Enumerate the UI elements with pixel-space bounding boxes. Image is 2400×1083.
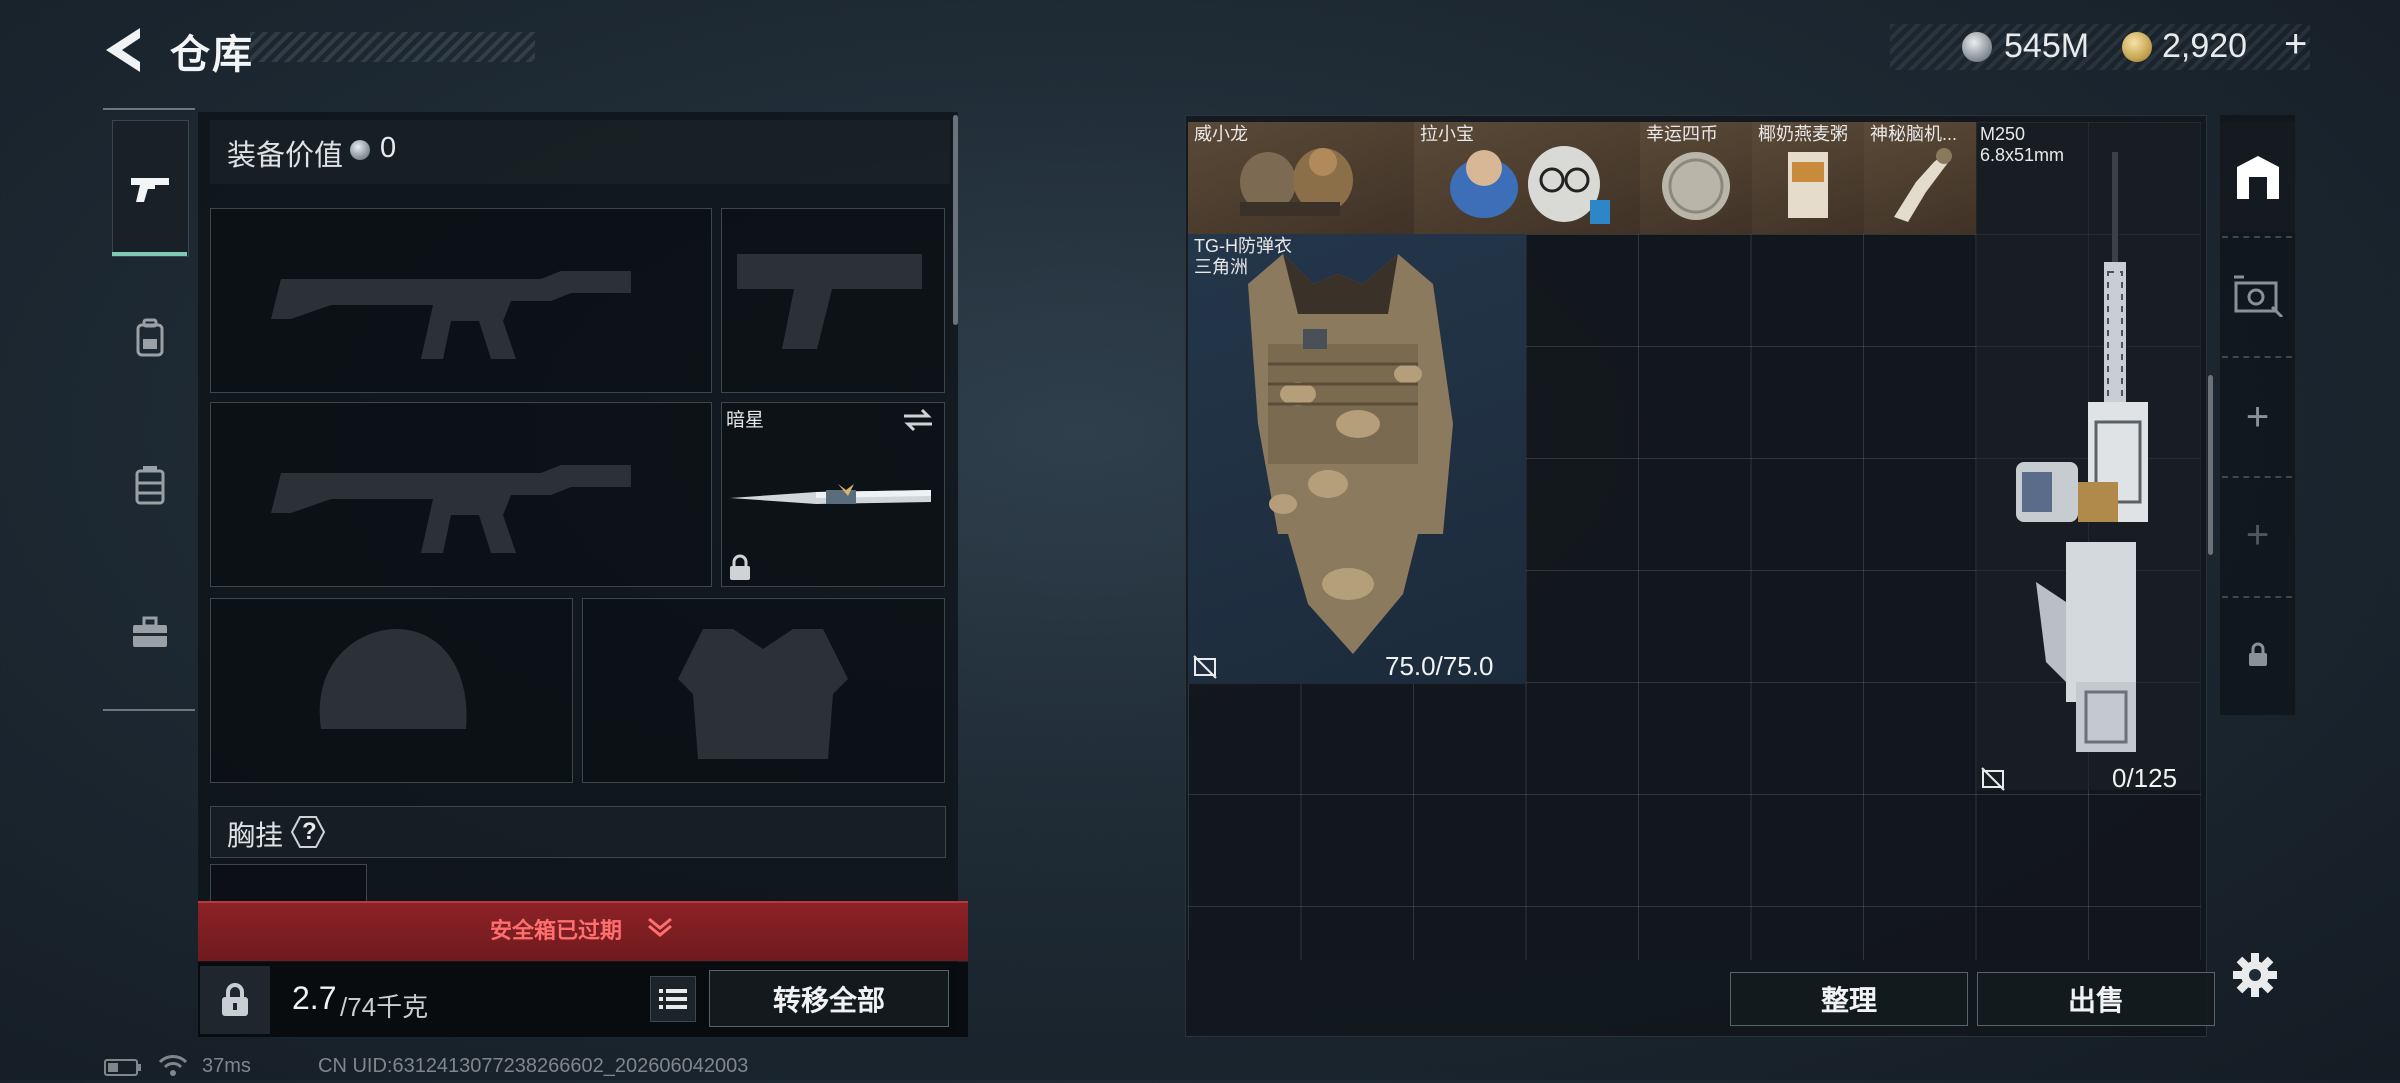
armor-slot[interactable]	[582, 598, 945, 783]
rifle-silhouette-icon	[271, 465, 631, 553]
stash-item-laxiaobao[interactable]: 拉小宝	[1414, 122, 1641, 234]
primary-weapon-slot-2[interactable]	[210, 402, 712, 587]
stash-item-weixiaolong[interactable]: 威小龙	[1188, 122, 1415, 234]
silver-coin-icon	[1962, 32, 1992, 62]
loadout-scrollbar[interactable]	[953, 115, 958, 325]
storage-tab-collection[interactable]	[2220, 240, 2295, 350]
no-drop-icon	[1192, 654, 1218, 680]
rail-divider	[103, 108, 195, 110]
no-drop-icon	[1980, 766, 2006, 792]
wifi-icon	[158, 1054, 188, 1078]
lock-icon	[727, 554, 753, 582]
silver-coin-icon	[350, 140, 370, 160]
pistol-icon	[130, 177, 169, 202]
knife-image	[726, 476, 936, 516]
storage-tab-add[interactable]: +	[2220, 480, 2295, 590]
add-currency-button[interactable]: +	[2284, 22, 2307, 67]
storage-tab-locked[interactable]	[2220, 600, 2295, 710]
rail-separator	[2222, 476, 2292, 478]
food-pack-image	[1788, 152, 1828, 218]
coin-image	[1662, 152, 1730, 220]
pistol-silhouette-icon	[737, 254, 922, 349]
weight-max: /74千克	[340, 992, 429, 1022]
equip-value-amount: 0	[380, 132, 397, 164]
tab-toolbox[interactable]	[112, 565, 187, 700]
uid-text: CN UID:6312413077238266602_202606042003	[318, 1055, 749, 1077]
figurine-image	[1240, 148, 1353, 216]
toolbox-icon	[132, 616, 167, 647]
sort-button[interactable]: 整理	[1730, 972, 1968, 1026]
melee-name: 暗星	[726, 410, 765, 431]
m250-ammo-count: 0/125	[2112, 763, 2178, 793]
weight-current: 2.7	[292, 980, 337, 1016]
sell-button[interactable]: 出售	[1977, 972, 2215, 1026]
device-image	[1894, 148, 1952, 222]
swap-icon[interactable]	[902, 406, 934, 434]
battery-icon	[104, 1059, 142, 1076]
helmet-slot[interactable]	[210, 598, 573, 783]
active-tab-indicator	[112, 252, 187, 256]
armor-durability: 75.0/75.0	[1385, 651, 1494, 681]
stash-item-armor[interactable]: TG-H防弹衣 三角洲	[1188, 234, 1526, 684]
chest-rig-icon	[135, 465, 164, 504]
armor-silhouette-icon	[678, 629, 848, 759]
title-decoration	[250, 32, 535, 62]
help-button[interactable]: ?	[290, 815, 326, 849]
stash-item-m250[interactable]: M250 6.8x51mm	[1976, 122, 2201, 790]
chevron-down-icon	[646, 915, 674, 939]
rail-separator	[2222, 596, 2292, 598]
plus-icon: +	[2245, 394, 2270, 439]
backpack-icon	[136, 318, 163, 356]
back-button[interactable]	[100, 22, 148, 78]
transfer-all-button[interactable]: 转移全部	[709, 970, 949, 1027]
tab-backpack[interactable]	[112, 270, 187, 405]
rail-divider	[103, 709, 195, 711]
ping-text: 37ms	[202, 1055, 251, 1077]
storage-tab-main[interactable]	[2220, 122, 2295, 232]
silver-amount: 545M	[2004, 27, 2090, 65]
plus-icon: +	[2245, 512, 2270, 557]
gear-icon	[2233, 953, 2277, 997]
pistol-slot[interactable]	[721, 208, 945, 393]
list-view-button[interactable]	[650, 976, 696, 1022]
tab-chest-rig[interactable]	[112, 418, 187, 553]
rail-separator	[2222, 236, 2292, 238]
rail-separator	[2222, 356, 2292, 358]
settings-button[interactable]	[2230, 950, 2280, 1000]
helmet-silhouette-icon	[319, 629, 467, 729]
back-arrow-icon	[106, 28, 140, 72]
stash-item-lucky-coin[interactable]: 幸运四币	[1640, 122, 1753, 234]
list-icon	[659, 989, 687, 1009]
tab-weapons[interactable]	[112, 120, 189, 257]
lock-icon	[222, 983, 248, 1016]
weight-lock-box	[200, 966, 270, 1034]
chest-rig-label: 胸挂	[227, 820, 284, 851]
primary-weapon-slot-1[interactable]	[210, 208, 712, 393]
storage-tab-add[interactable]: +	[2220, 362, 2295, 472]
lock-icon	[2248, 642, 2267, 666]
gold-coin-icon	[2122, 32, 2152, 62]
safebox-status-text: 安全箱已过期	[490, 918, 623, 943]
machine-gun-image	[2016, 152, 2148, 752]
stash-item-brain-device[interactable]: 神秘脑机...	[1864, 122, 1977, 234]
equip-value-label: 装备价值	[227, 140, 344, 172]
help-glyph: ?	[302, 818, 317, 845]
page-title: 仓库	[170, 33, 254, 77]
collection-icon	[2233, 275, 2283, 317]
figurine-image	[1450, 146, 1610, 224]
stash-scrollbar[interactable]	[2208, 375, 2213, 555]
body-armor-image	[1248, 254, 1453, 654]
stash-item-coconut-oats[interactable]: 椰奶燕麦粥	[1752, 122, 1865, 234]
warehouse-icon	[2236, 156, 2279, 199]
rifle-silhouette-icon	[271, 271, 631, 359]
gold-amount: 2,920	[2162, 27, 2248, 65]
